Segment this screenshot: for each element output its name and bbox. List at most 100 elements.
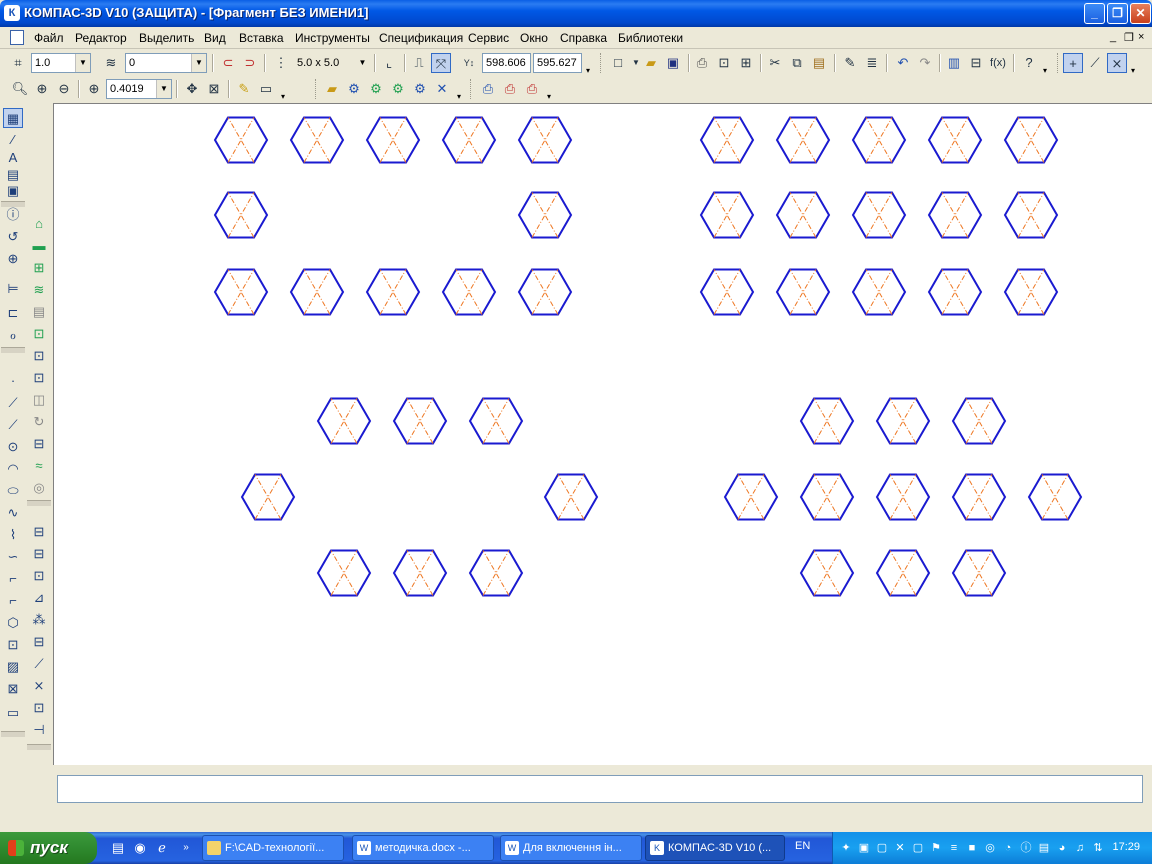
auxiliary-line-icon[interactable]: ⟋ [3, 393, 23, 413]
tray-icon-3[interactable]: ▢ [875, 841, 889, 855]
new-document-icon[interactable]: □ [608, 53, 628, 73]
geometry-tool-icon-7[interactable]: ⊡ [29, 346, 49, 366]
hexagon-outline[interactable] [927, 191, 983, 239]
hexagon-shape[interactable] [365, 268, 421, 316]
zoom-scale-icon[interactable]: ⊕ [84, 79, 104, 99]
hexagon-shape[interactable] [851, 116, 907, 164]
mdi-close-button[interactable]: × [1138, 31, 1144, 43]
menu-file[interactable]: Файл [34, 31, 64, 45]
rectangle-icon[interactable]: ⊡ [3, 635, 23, 655]
geometry-tool-icon-4[interactable]: ≋ [29, 280, 49, 300]
network-icon[interactable]: ⇅ [1091, 841, 1105, 855]
hexagon-shape[interactable] [951, 549, 1007, 597]
pan-icon[interactable]: ✥ [182, 79, 202, 99]
refresh-icon[interactable]: ✎ [234, 79, 254, 99]
hexagon-outline[interactable] [875, 549, 931, 597]
manager-library-icon[interactable]: ▥ [944, 53, 964, 73]
chevron-down-icon[interactable]: ▼ [75, 54, 90, 72]
measure-icon[interactable]: ⓘ [3, 205, 23, 225]
hexagon-outline[interactable] [951, 473, 1007, 521]
ortho-icon[interactable]: ⎍ [409, 53, 429, 73]
rebuild-icon[interactable]: ▭ [256, 79, 276, 99]
hexagon-outline[interactable] [240, 473, 296, 521]
chevron-down-icon[interactable]: ▼ [191, 54, 206, 72]
hexagon-shape[interactable] [699, 116, 755, 164]
hexagon-shape[interactable] [1003, 191, 1059, 239]
menu-help[interactable]: Справка [560, 31, 607, 45]
circle-icon[interactable]: ⊙ [3, 437, 23, 457]
hexagon-outline[interactable] [851, 191, 907, 239]
hexagon-shape[interactable] [392, 549, 448, 597]
catalog-red-icon[interactable]: ⎙ [500, 79, 520, 99]
collection-icon[interactable]: ▭ [3, 703, 23, 723]
tray-icon-7[interactable]: ≡ [947, 841, 961, 855]
task-button-explorer[interactable]: F:\CAD-технології... [202, 835, 344, 861]
hexagon-shape[interactable] [775, 191, 831, 239]
library-connect-icon[interactable]: ⚙ [344, 79, 364, 99]
segment-icon[interactable]: ⟋ [3, 415, 23, 435]
contour-icon[interactable]: ⊠ [3, 679, 23, 699]
library-refresh-icon[interactable]: ⚙ [388, 79, 408, 99]
hexagon-outline[interactable] [392, 549, 448, 597]
edit-tool-icon-10[interactable]: ⊣ [29, 720, 49, 740]
hexagon-shape[interactable] [875, 397, 931, 445]
hexagon-shape[interactable] [951, 397, 1007, 445]
chevron-down-icon[interactable]: ▼ [156, 80, 171, 98]
hexagon-shape[interactable] [316, 549, 372, 597]
spline-icon[interactable]: ∿ [3, 503, 23, 523]
maximize-button[interactable]: ❐ [1107, 3, 1128, 24]
minimize-button[interactable]: _ [1084, 3, 1105, 24]
hexagon-outline[interactable] [799, 549, 855, 597]
arc-icon[interactable]: ◠ [3, 459, 23, 479]
hexagon-outline[interactable] [951, 397, 1007, 445]
geometry-tool-icon-12[interactable]: ≈ [29, 456, 49, 476]
menu-libraries[interactable]: Библиотеки [618, 31, 683, 45]
toolbar-grip[interactable] [470, 79, 473, 99]
ellipse-icon[interactable]: ⬭ [3, 481, 23, 501]
geometry-tool-icon-1[interactable]: ⌂ [29, 214, 49, 234]
help-icon[interactable]: ? [1019, 53, 1039, 73]
toolbar-grip[interactable] [600, 53, 603, 73]
hexagon-outline[interactable] [468, 549, 524, 597]
snap-line-icon[interactable]: ⟋ [1085, 53, 1105, 73]
tray-icon-12[interactable]: ▤ [1037, 841, 1051, 855]
undo-icon[interactable]: ↶ [893, 53, 913, 73]
insert-icon[interactable]: ⊏ [3, 303, 23, 323]
save-icon[interactable]: ▣ [663, 53, 683, 73]
hexagon-outline[interactable] [213, 191, 269, 239]
edit-tool-icon-2[interactable]: ⊟ [29, 544, 49, 564]
hexagon-outline[interactable] [441, 268, 497, 316]
show-all-icon[interactable]: ⊠ [204, 79, 224, 99]
hexagon-outline[interactable] [213, 268, 269, 316]
hexagon-outline[interactable] [723, 473, 779, 521]
local-snap-icon[interactable]: ⊃ [240, 53, 260, 73]
zoom-out-icon[interactable]: ⊖ [54, 79, 74, 99]
edit-tool-icon-5[interactable]: ⁂ [29, 610, 49, 630]
local-cs-icon[interactable]: ⌞ [379, 53, 399, 73]
menu-view[interactable]: Вид [204, 31, 226, 45]
edit-tool-icon-7[interactable]: ⟋ [29, 654, 49, 674]
tray-icon-1[interactable]: ✦ [839, 841, 853, 855]
grid-step-combo[interactable]: 5.0 x 5.0 ▼ [293, 53, 371, 73]
hexagon-shape[interactable] [875, 549, 931, 597]
hexagon-shape[interactable] [799, 473, 855, 521]
hexagon-shape[interactable] [799, 397, 855, 445]
hexagon-shape[interactable] [851, 191, 907, 239]
toolbar-overflow-icon[interactable]: ▾ [281, 92, 285, 101]
hexagon-outline[interactable] [875, 473, 931, 521]
menu-tools[interactable]: Инструменты [295, 31, 370, 45]
zoom-window-icon[interactable]: 🔍︎ [10, 79, 30, 99]
hexagon-shape[interactable] [543, 473, 599, 521]
library-attach-icon[interactable]: ⚙ [410, 79, 430, 99]
edit-tool-icon-9[interactable]: ⊡ [29, 698, 49, 718]
current-state-icon[interactable]: ⌗ [8, 53, 28, 73]
hexagon-outline[interactable] [799, 473, 855, 521]
zoom-combo[interactable]: 0.4019 ▼ [106, 79, 172, 99]
fillet-icon[interactable]: ⌐ [3, 569, 23, 589]
hexagon-shape[interactable] [213, 191, 269, 239]
hexagon-shape[interactable] [392, 397, 448, 445]
hexagon-shape[interactable] [441, 268, 497, 316]
print-preview-icon[interactable]: ⊡ [714, 53, 734, 73]
round-coords-icon[interactable]: ⤧ [431, 53, 451, 73]
catalog-doc-icon[interactable]: ⎙ [522, 79, 542, 99]
